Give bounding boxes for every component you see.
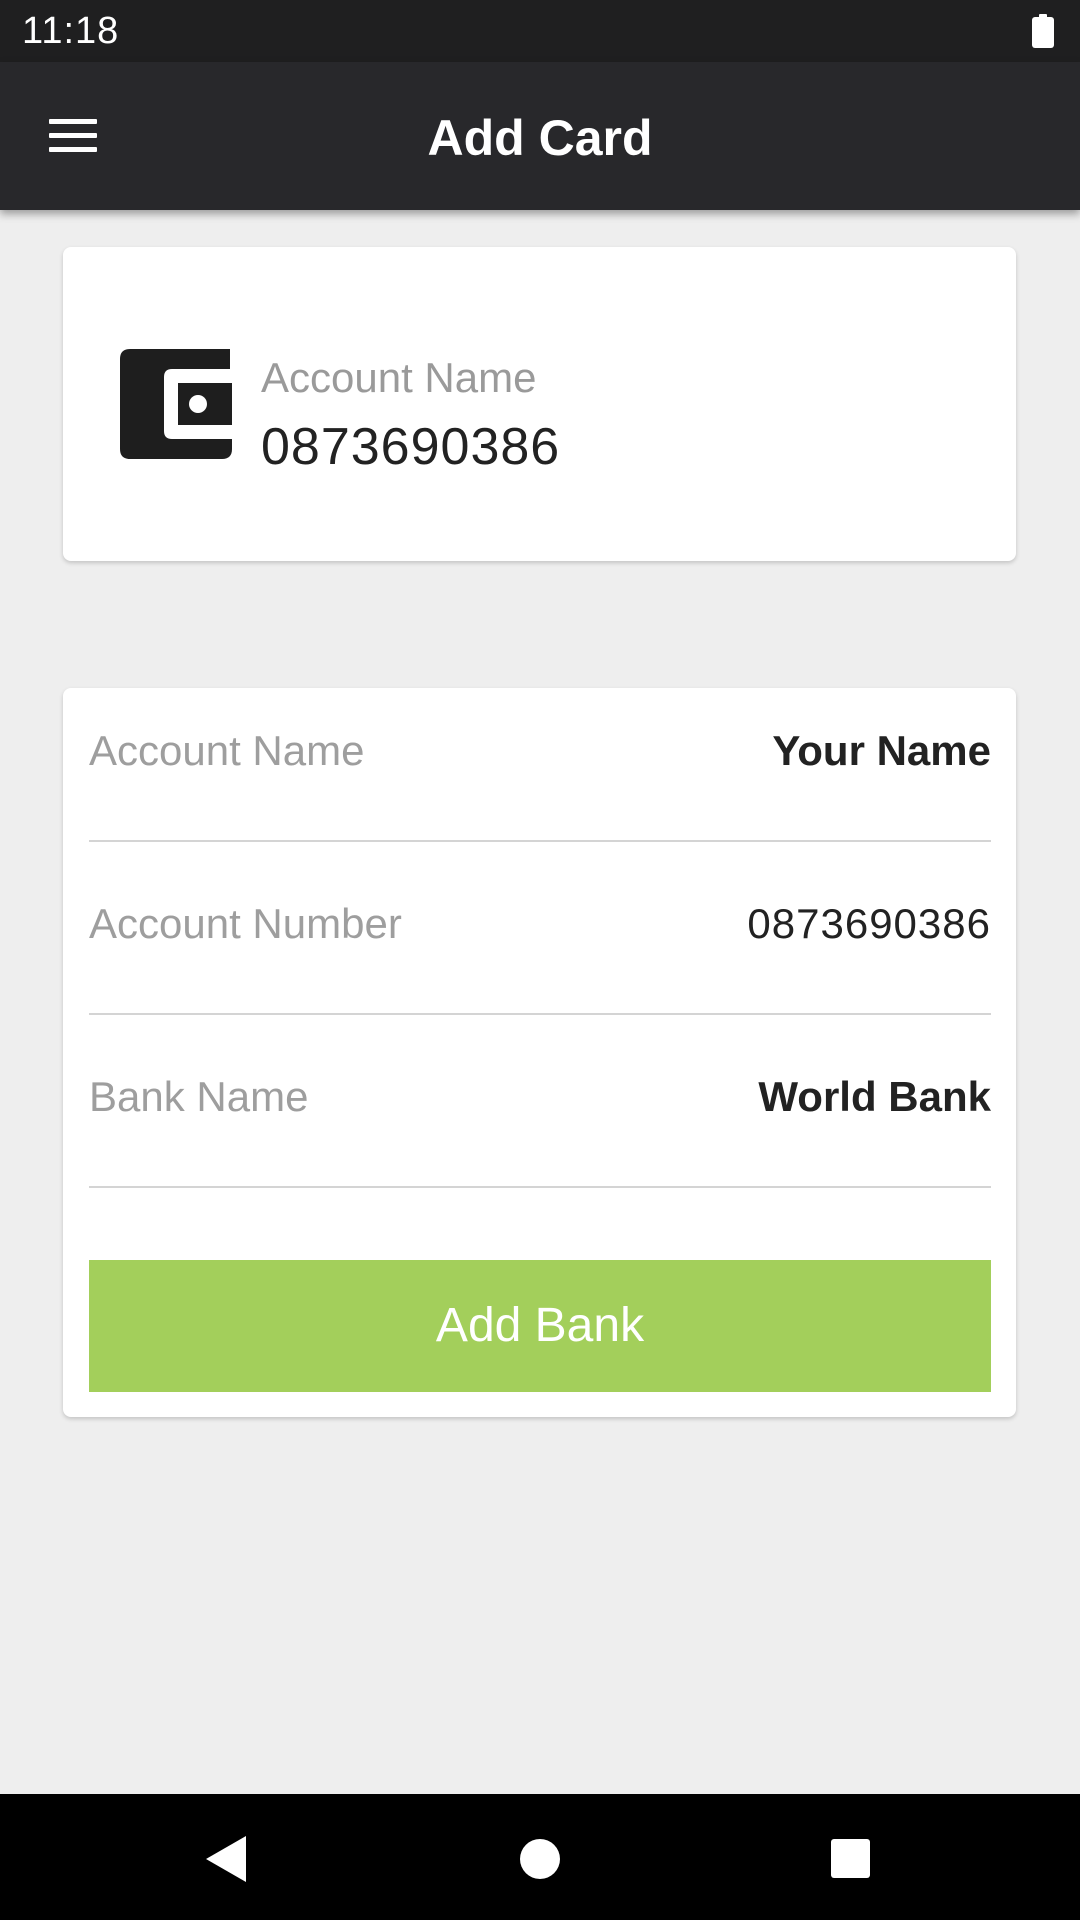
account-number-label: Account Number <box>89 900 402 947</box>
account-number-row[interactable]: Account Number 0873690386 <box>89 861 991 1015</box>
account-number-field[interactable]: 0873690386 <box>747 899 991 949</box>
battery-icon <box>1032 14 1054 48</box>
bank-name-label: Bank Name <box>89 1073 309 1120</box>
account-summary-card: Account Name 0873690386 <box>63 247 1016 561</box>
home-circle-icon <box>520 1839 560 1879</box>
bank-name-row[interactable]: Bank Name World Bank <box>89 1034 991 1188</box>
account-name-row[interactable]: Account Name Your Name <box>89 688 991 842</box>
page-title: Add Card <box>427 110 653 166</box>
account-name-field[interactable]: Your Name <box>772 726 991 776</box>
nav-recents-button[interactable] <box>810 1824 890 1892</box>
nav-home-button[interactable] <box>500 1824 580 1892</box>
wallet-icon <box>120 349 232 459</box>
nav-back-button[interactable] <box>186 1824 266 1892</box>
system-nav-bar <box>0 1794 1080 1920</box>
app-bar: Add Card <box>0 62 1080 210</box>
status-time: 11:18 <box>22 10 120 52</box>
summary-account-label: Account Name <box>261 354 537 401</box>
back-triangle-icon <box>206 1836 246 1882</box>
account-name-label: Account Name <box>89 727 365 774</box>
add-bank-button[interactable]: Add Bank <box>89 1260 991 1392</box>
status-bar: 11:18 <box>0 0 1080 62</box>
bank-form-card: Account Name Your Name Account Number 08… <box>63 688 1016 1417</box>
recents-square-icon <box>831 1839 870 1878</box>
summary-account-value: 0873690386 <box>261 418 561 476</box>
bank-name-field[interactable]: World Bank <box>758 1072 991 1122</box>
